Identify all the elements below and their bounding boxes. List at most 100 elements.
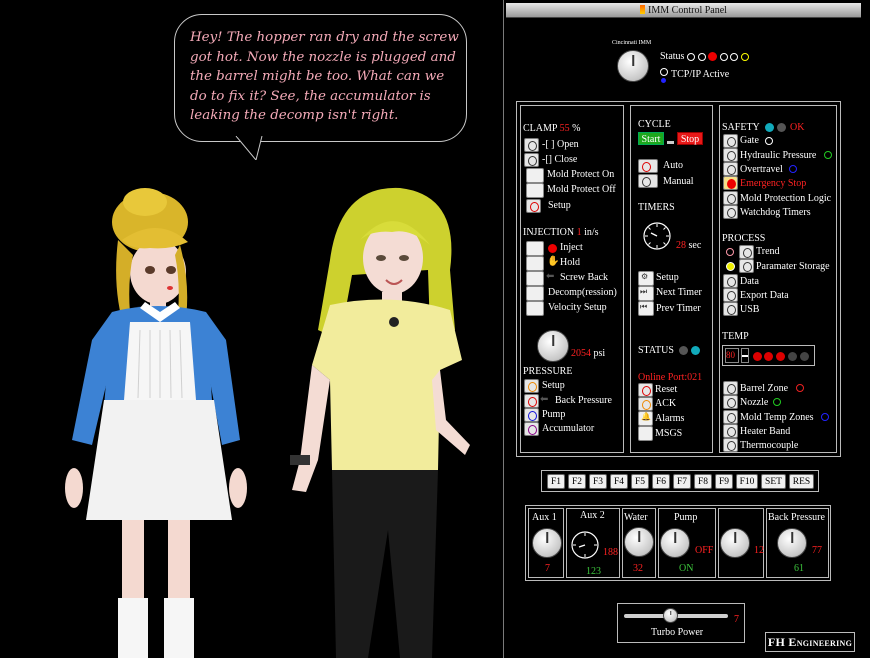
parameter-storage-button[interactable]	[739, 259, 754, 273]
auto-button[interactable]	[638, 159, 658, 173]
online-port-label: Online Port:021	[638, 372, 703, 383]
usb-button[interactable]	[723, 302, 738, 316]
maid-character	[65, 188, 247, 658]
nozzle-button[interactable]	[723, 395, 738, 409]
clamp-setup-button[interactable]	[526, 199, 541, 213]
pump-button[interactable]	[524, 408, 539, 422]
status2-light-1	[679, 346, 688, 355]
usb-label: USB	[740, 304, 760, 315]
inject-button[interactable]	[526, 241, 544, 256]
mold-temp-zones-button[interactable]	[723, 410, 738, 424]
set-key[interactable]: SET	[761, 474, 786, 489]
reset-button[interactable]	[638, 383, 653, 397]
turbo-label: Turbo Power	[651, 627, 704, 638]
screw-back-button[interactable]	[526, 271, 544, 286]
speech-line: leaking the decomp isn't right.	[190, 108, 399, 123]
f6-key[interactable]: F6	[652, 474, 670, 489]
clamp-close-button[interactable]	[524, 153, 539, 167]
barrel-zone-button[interactable]	[723, 381, 738, 395]
cycle-label: CYCLE	[638, 119, 671, 130]
res-key[interactable]: RES	[789, 474, 814, 489]
clamp-open-label: -[ ] Open	[542, 139, 579, 150]
velocity-setup-button[interactable]	[526, 301, 544, 316]
trend-button[interactable]	[739, 245, 754, 259]
accumulator-button[interactable]	[524, 422, 539, 436]
pressure-setup-label: Setup	[542, 380, 565, 391]
safety-ok-label: OK	[790, 122, 805, 133]
f3-key[interactable]: F3	[589, 474, 607, 489]
emergency-stop-label: Emergency Stop	[740, 178, 807, 189]
manual-button[interactable]	[638, 174, 658, 188]
speech-bubble-tail	[235, 136, 263, 160]
status2-label: STATUS	[638, 345, 674, 356]
gear-icon: ⚙	[641, 272, 649, 281]
mold-protect-off-label: Mold Protect Off	[547, 184, 616, 195]
f5-key[interactable]: F5	[631, 474, 649, 489]
hydraulic-pressure-label: Hydraulic Pressure	[740, 150, 817, 161]
main-knob[interactable]	[617, 50, 649, 82]
status-light-6	[741, 53, 749, 61]
reset-label: Reset	[655, 384, 678, 395]
mold-protect-off-button[interactable]	[526, 183, 544, 198]
thermocouple-button[interactable]	[723, 438, 738, 452]
auto-label: Auto	[663, 160, 683, 171]
accumulator-label: Accumulator	[542, 423, 595, 434]
timer-setup-label: Setup	[656, 272, 679, 283]
mold-protection-logic-button[interactable]	[723, 191, 738, 205]
hydraulic-pressure-button[interactable]	[723, 148, 738, 162]
safety-light-2	[777, 123, 786, 132]
pump-knob[interactable]	[660, 528, 690, 558]
start-button[interactable]: Start	[638, 132, 664, 145]
mold-protect-on-button[interactable]	[526, 168, 544, 183]
minus-icon	[742, 355, 748, 357]
f2-key[interactable]: F2	[568, 474, 586, 489]
emergency-stop-button[interactable]	[723, 176, 738, 190]
mold-temp-indicator	[821, 413, 829, 421]
ack-button[interactable]	[638, 397, 653, 411]
msgs-button[interactable]	[638, 426, 653, 441]
back-pressure-gauge-label: Back Pressure	[768, 512, 825, 523]
overtravel-button[interactable]	[723, 162, 738, 176]
inject-label: Inject	[560, 242, 583, 253]
clamp-label: CLAMP 55 %	[523, 123, 581, 134]
heater-band-button[interactable]	[723, 424, 738, 438]
f8-key[interactable]: F8	[694, 474, 712, 489]
gate-indicator	[765, 137, 773, 145]
gate-button[interactable]	[723, 134, 738, 148]
f10-key[interactable]: F10	[736, 474, 758, 489]
safety-label: SAFETY	[722, 122, 760, 133]
skip-forward-icon: ⏭	[640, 287, 648, 296]
data-label: Data	[740, 276, 759, 287]
hold-button[interactable]	[526, 256, 544, 271]
data-button[interactable]	[723, 274, 738, 288]
f1-key[interactable]: F1	[547, 474, 565, 489]
panel-title: IMM Control Panel	[648, 5, 727, 16]
bell-icon: 🔔	[641, 412, 651, 421]
clamp-open-button[interactable]	[524, 138, 539, 152]
mold-protection-logic-label: Mold Protection Logic	[740, 193, 832, 204]
f4-key[interactable]: F4	[610, 474, 628, 489]
temp-light-4	[788, 352, 797, 361]
decomp-button[interactable]	[526, 286, 544, 301]
stop-button[interactable]: Stop	[677, 132, 703, 145]
back-pressure-knob[interactable]	[777, 528, 807, 558]
status-light-4	[720, 53, 728, 61]
inject-indicator	[548, 244, 557, 253]
pressure-setup-button[interactable]	[524, 379, 539, 393]
gate-label: Gate	[740, 135, 759, 146]
aux1-label: Aux 1	[532, 512, 557, 523]
blank-knob[interactable]	[720, 528, 750, 558]
f7-key[interactable]: F7	[673, 474, 691, 489]
brand-label: Cincinnati IMM	[612, 40, 652, 46]
pump-gauge-label: Pump	[674, 512, 698, 523]
f9-key[interactable]: F9	[715, 474, 733, 489]
mold-protect-on-label: Mold Protect On	[547, 169, 615, 180]
psi-knob[interactable]	[537, 330, 569, 362]
water-knob[interactable]	[624, 527, 654, 557]
watchdog-timers-button[interactable]	[723, 205, 738, 219]
tcpip-dot	[661, 78, 666, 83]
back-pressure-button[interactable]	[524, 394, 539, 408]
export-data-button[interactable]	[723, 288, 738, 302]
turbo-value: 7	[734, 614, 739, 625]
aux1-knob[interactable]	[532, 528, 562, 558]
